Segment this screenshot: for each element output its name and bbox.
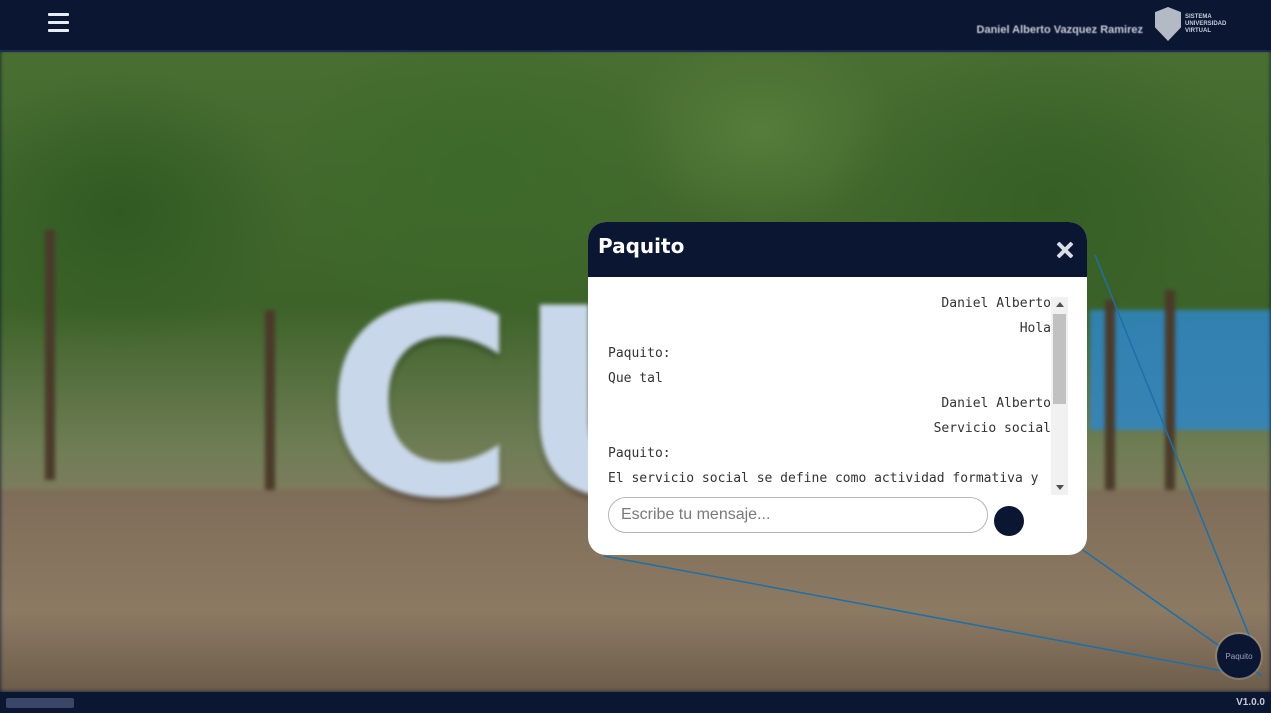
close-icon[interactable]: [1054, 239, 1076, 261]
message-sender: Paquito:: [608, 346, 671, 361]
message-sender: Daniel Alberto: [941, 296, 1051, 311]
message-input[interactable]: [608, 497, 988, 533]
bottom-bar: V1.0.0: [0, 692, 1271, 713]
message-sender: Paquito:: [608, 446, 671, 461]
chat-launcher-button[interactable]: Paquito: [1217, 634, 1261, 678]
scroll-down-icon[interactable]: [1051, 480, 1068, 495]
send-icon[interactable]: [994, 506, 1024, 536]
message-text: El servicio social se define como activi…: [608, 471, 1039, 486]
chat-header: Paquito: [588, 222, 1087, 277]
launcher-label: Paquito: [1225, 651, 1253, 661]
message-scrollbar[interactable]: [1051, 297, 1068, 495]
chat-window: Paquito Daniel Alberto Hola Paquito: Que…: [588, 222, 1087, 555]
connector-line: [603, 555, 1251, 677]
connector-line: [1094, 254, 1256, 651]
message-text: Hola: [1019, 321, 1051, 336]
message-list: Daniel Alberto Hola Paquito: Que tal Dan…: [608, 295, 1051, 495]
scroll-up-icon[interactable]: [1051, 297, 1068, 312]
footer-logo: [6, 698, 74, 708]
chat-title: Paquito: [598, 234, 685, 258]
message-sender: Daniel Alberto: [941, 396, 1051, 411]
message-text: Que tal: [608, 371, 663, 386]
scrollbar-thumb[interactable]: [1053, 314, 1066, 404]
version-label: V1.0.0: [1236, 697, 1265, 708]
message-text: Servicio social: [933, 421, 1051, 436]
